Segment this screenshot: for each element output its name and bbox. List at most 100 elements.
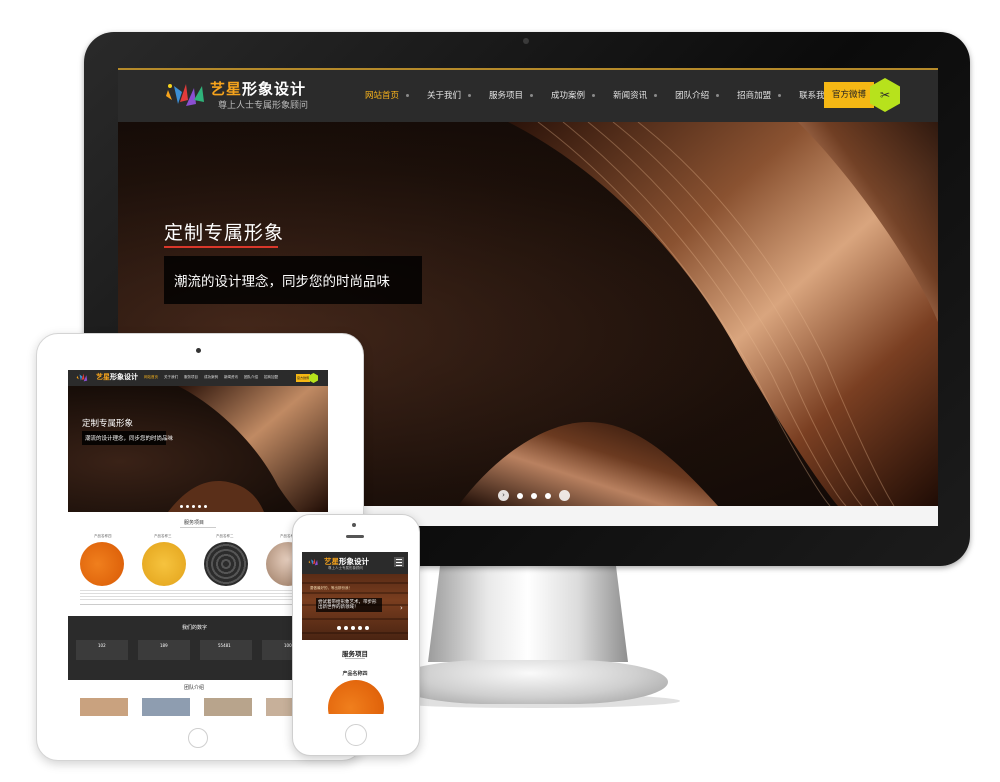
brand-name: 艺星形象设计 [210,80,307,98]
hero-title: 定制专属形象 [82,419,134,429]
nav-item-home[interactable]: 网站首页 [356,89,418,101]
product-card-title: 产品名称二 [216,534,234,538]
slider-dot[interactable] [351,626,355,630]
product-card-title: 产品名称三 [154,534,172,538]
nav-item-franchise[interactable]: 招商加盟 [728,89,790,101]
slider-dot[interactable] [358,626,362,630]
slider-dot[interactable] [531,492,537,499]
nav-item-cases[interactable]: 成功案例 [204,375,218,380]
nav-item-team[interactable]: 团队介绍 [666,89,728,101]
brand-tagline: 尊上人士专属形象顾问 [328,566,363,570]
tablet-screen: 艺星形象设计 网站首页 关于我们 服务项目 成功案例 新闻资讯 团队介绍 招商加… [68,370,328,716]
slider-prev-arrow-icon[interactable]: › [498,490,509,501]
hero-line-main: 尝试着带给形象艺术，带步形出新世界的新领域！ [318,600,377,610]
phone-navbar: 艺星形象设计 尊上人士专属形象顾问 [302,552,408,574]
phone-camera-icon [352,523,356,527]
tablet-navbar: 艺星形象设计 网站首页 关于我们 服务项目 成功案例 新闻资讯 团队介绍 招商加… [68,370,328,386]
nav-item-news[interactable]: 新闻资讯 [604,89,666,101]
slider-dot[interactable] [198,505,201,508]
stats-section: 我们的数字 102 189 55481 100 [68,616,328,680]
tablet-hero-banner: 定制专属形象 潮流的设计理念，同步您的时尚品味 [68,386,328,512]
services-section-title: 服务项目 [184,520,205,526]
services-section-title: 服务项目 [342,650,368,658]
stat-number: 189 [160,643,168,648]
stats-section-title: 我们的数字 [182,625,208,631]
nav-item-about[interactable]: 关于我们 [418,89,480,101]
scissors-icon[interactable] [309,373,318,383]
phone-speaker [346,535,364,538]
phone-slider-pager [337,626,369,630]
monitor-camera-icon [523,38,529,44]
team-photo[interactable] [142,698,190,716]
hamburger-menu-icon[interactable] [394,557,404,567]
nav-separator [716,93,720,97]
slider-dot[interactable] [180,505,183,508]
brand-logo-icon[interactable] [76,372,92,383]
slider-dot[interactable] [337,626,341,630]
slider-dot[interactable] [545,492,551,499]
hero-slider-pager: › [498,490,570,501]
stat-number: 55481 [218,643,231,648]
scissors-icon[interactable]: ✂ [870,78,900,112]
nav-item-cases[interactable]: 成功案例 [542,89,604,101]
nav-separator [778,93,782,97]
brand-tagline: 尊上人士专属形象顾问 [218,101,309,111]
team-photo[interactable] [80,698,128,716]
nav-separator [468,93,472,97]
stat-number: 102 [98,643,106,648]
slider-dot[interactable] [204,505,207,508]
hero-line-small: 要做最好的，等出那份我！ [310,586,352,590]
product-descriptions [80,590,316,600]
nav-separator [654,93,658,97]
brand-logo-icon[interactable] [164,80,210,110]
brand-logo-icon[interactable] [308,556,322,568]
site-navbar: 艺星形象设计 尊上人士专属形象顾问 网站首页 关于我们 服务项目 成功案例 新闻… [118,68,938,124]
team-section-title: 团队介绍 [184,685,205,691]
tablet-home-button[interactable] [188,728,208,748]
main-nav-menu: 网站首页 关于我们 服务项目 成功案例 新闻资讯 团队介绍 招商加盟 联系我们 [356,89,842,101]
nav-separator [530,93,534,97]
slider-dot[interactable] [517,492,523,499]
product-image-brush[interactable] [204,542,248,586]
nav-separator [592,93,596,97]
nav-item-news[interactable]: 新闻资讯 [224,375,238,380]
tablet-camera-icon [196,348,201,353]
stat-box: 55481 [200,640,252,660]
product-image-yellow[interactable] [142,542,186,586]
slider-dot[interactable] [186,505,189,508]
team-photo[interactable] [204,698,252,716]
product-image-orange[interactable] [328,680,384,714]
brand-name: 艺星形象设计 [96,373,138,381]
hero-subtitle: 潮流的设计理念，同步您的时尚品味 [174,274,390,290]
nav-item-about[interactable]: 关于我们 [164,375,178,380]
hero-title-underline [164,246,278,248]
hero-subtitle: 潮流的设计理念，同步您的时尚品味 [85,436,174,442]
stat-box: 189 [138,640,190,660]
product-image-orange[interactable] [80,542,124,586]
slider-dot[interactable] [344,626,348,630]
phone-screen: 艺星形象设计 尊上人士专属形象顾问 要做最好的，等出那份我！ 尝试着带给形象艺术… [302,552,408,714]
stat-number: 100 [284,643,292,648]
hair-background-image [168,386,328,512]
weibo-button[interactable]: 官方微博 [296,374,310,382]
monitor-stand-neck [428,566,628,662]
nav-item-franchise[interactable]: 招商加盟 [264,375,278,380]
section-divider [345,658,365,659]
hero-title: 定制专属形象 [164,222,285,244]
nav-item-services[interactable]: 服务项目 [480,89,542,101]
stat-box: 102 [76,640,128,660]
tablet-nav-menu: 网站首页 关于我们 服务项目 成功案例 新闻资讯 团队介绍 招商加盟 [144,375,278,380]
section-divider [180,527,216,528]
weibo-button[interactable]: 官方微博 [824,82,874,108]
nav-item-team[interactable]: 团队介绍 [244,375,258,380]
product-card-title: 产品名称四 [94,534,112,538]
nav-item-home[interactable]: 网站首页 [144,375,158,380]
monitor-stand-base [392,660,668,704]
phone-home-button[interactable] [345,724,367,746]
product-separator [80,604,316,605]
slider-dot[interactable] [192,505,195,508]
nav-item-services[interactable]: 服务项目 [184,375,198,380]
slider-next-arrow-icon[interactable]: › [400,604,403,612]
slider-next-arrow-icon[interactable] [559,490,570,501]
slider-dot[interactable] [365,626,369,630]
